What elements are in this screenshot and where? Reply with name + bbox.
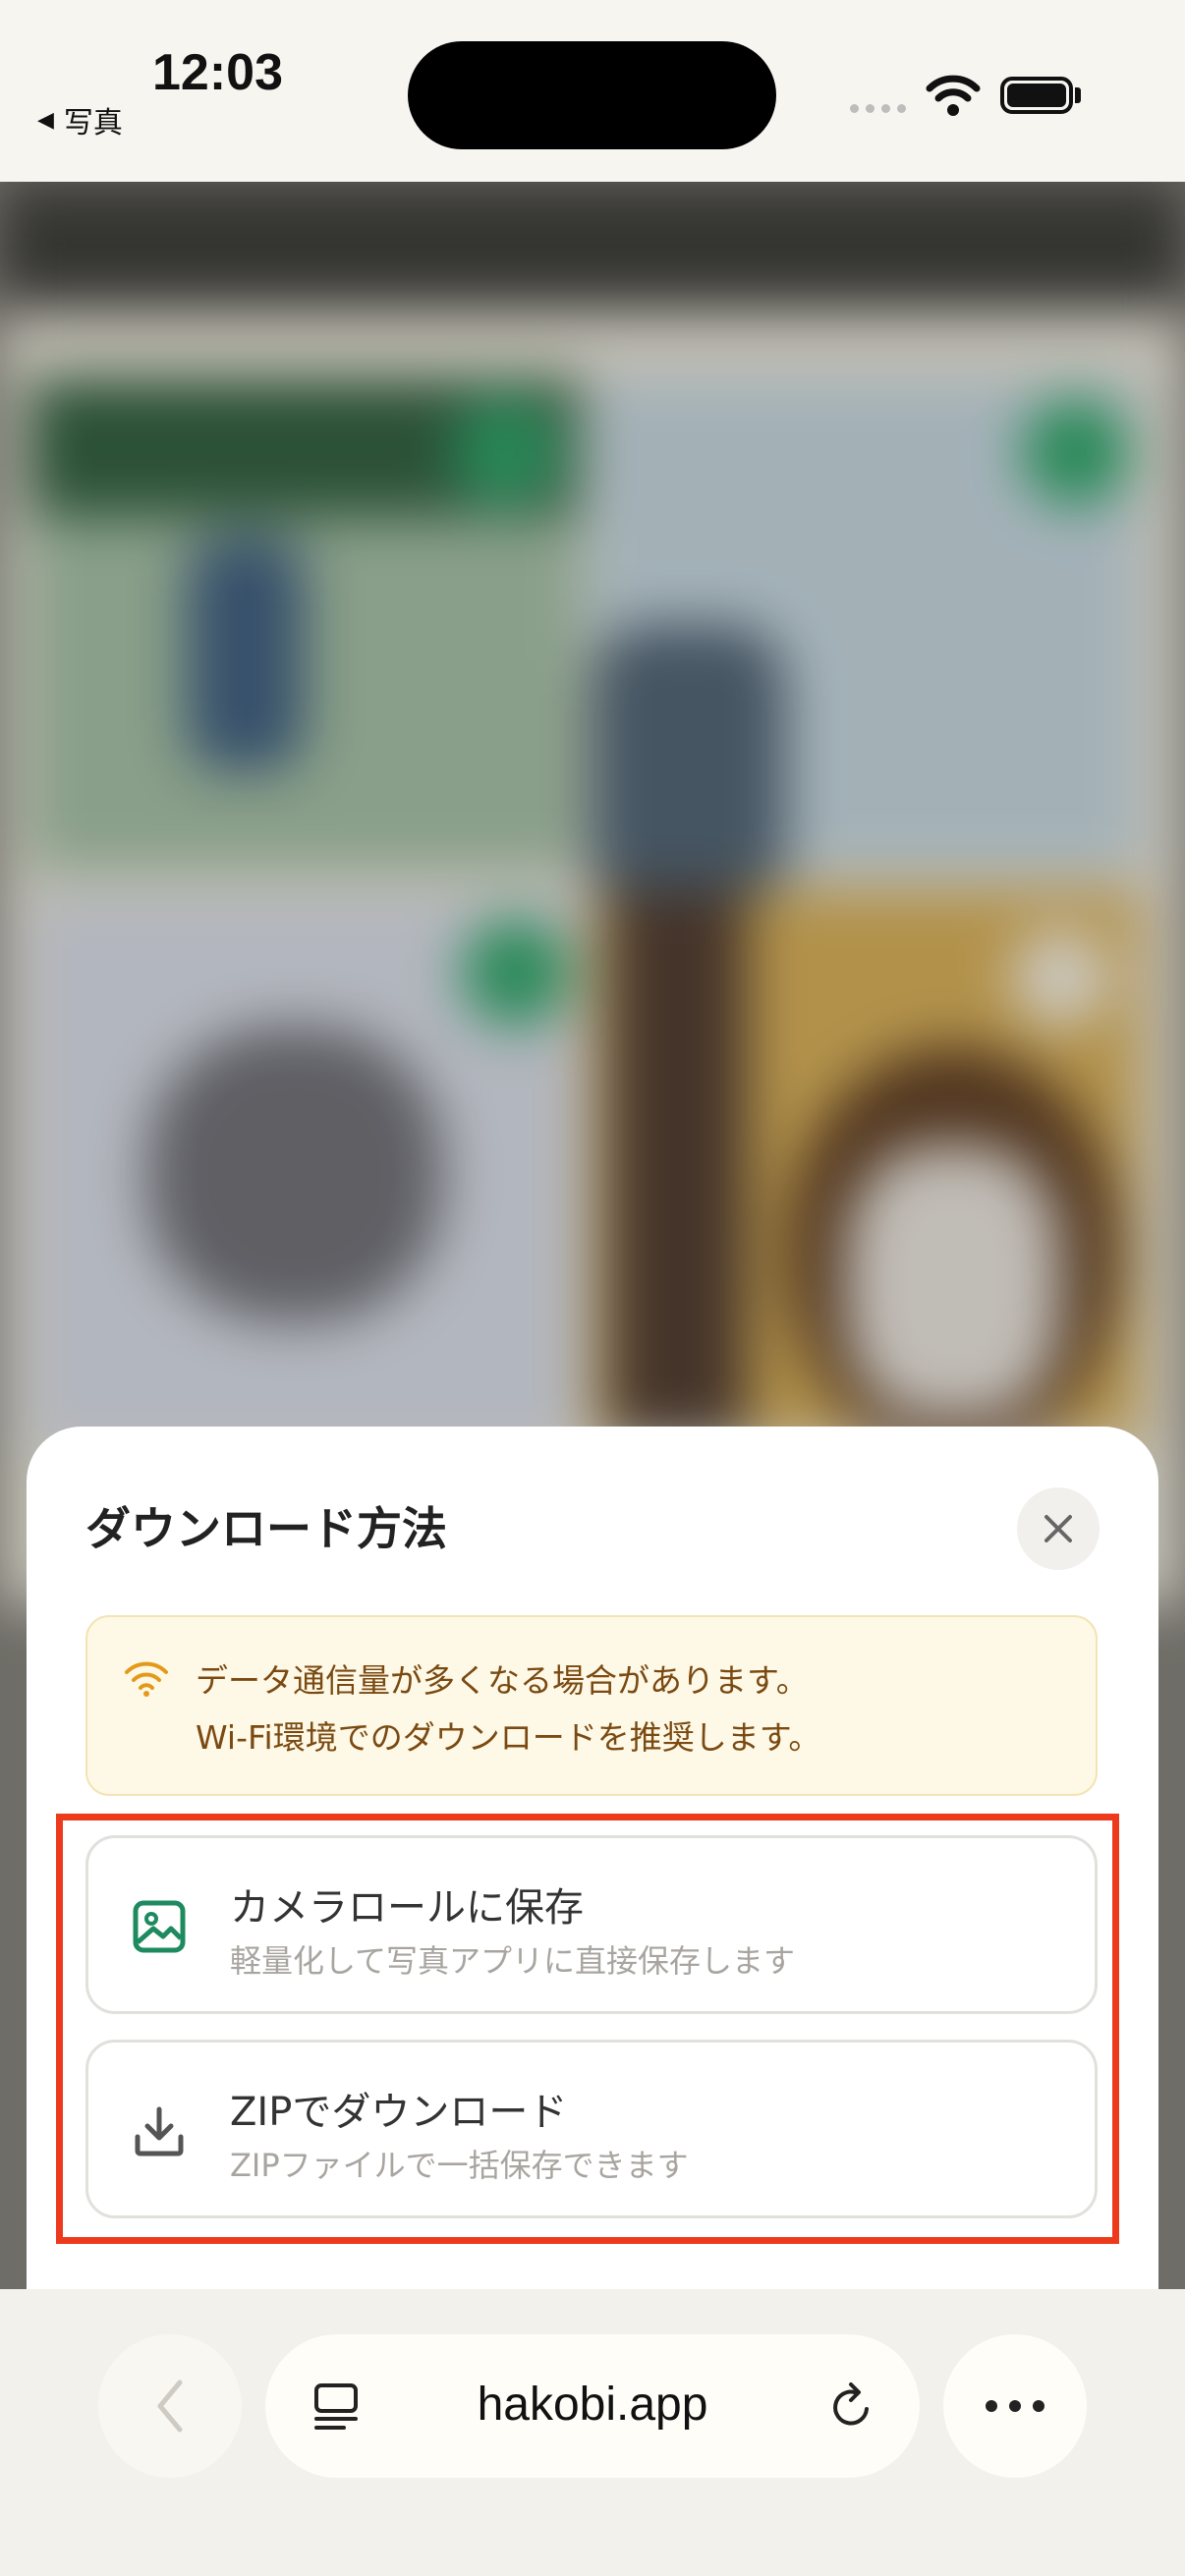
- notice-text: データ通信量が多くなる場合があります。 Wi-Fi環境でのダウンロードを推奨しま…: [196, 1652, 820, 1766]
- more-options-button[interactable]: [943, 2334, 1087, 2478]
- notice-line-1: データ通信量が多くなる場合があります。: [196, 1661, 809, 1700]
- notice-line-2: Wi-Fi環境でのダウンロードを推奨します。: [196, 1718, 821, 1757]
- battery-nub: [1075, 87, 1081, 103]
- wifi-status-icon: [926, 75, 981, 116]
- address-bar[interactable]: hakobi.app: [265, 2334, 920, 2478]
- highlight-box: [56, 1814, 1119, 2244]
- cellular-signal-icon: [850, 104, 906, 113]
- status-time: 12:03: [152, 44, 283, 101]
- dynamic-island: [408, 41, 776, 149]
- back-app-label: 写真: [63, 106, 123, 140]
- ellipsis-icon: [986, 2400, 1044, 2412]
- chevron-left-icon: [157, 2380, 183, 2433]
- data-usage-notice: データ通信量が多くなる場合があります。 Wi-Fi環境でのダウンロードを推奨しま…: [85, 1615, 1098, 1796]
- battery-icon: [1000, 77, 1073, 114]
- url-text: hakobi.app: [477, 2379, 708, 2431]
- status-bar: ◀ 写真 12:03: [0, 0, 1185, 182]
- wifi-icon: [125, 1661, 168, 1697]
- back-triangle-icon: ◀: [37, 107, 54, 133]
- reload-icon[interactable]: [823, 2380, 878, 2435]
- close-icon: [1044, 1515, 1072, 1542]
- browser-back-button[interactable]: [98, 2334, 242, 2478]
- back-to-app-link[interactable]: ◀ 写真: [37, 98, 123, 141]
- close-button[interactable]: [1017, 1487, 1100, 1570]
- sheet-title: ダウンロード方法: [85, 1502, 447, 1555]
